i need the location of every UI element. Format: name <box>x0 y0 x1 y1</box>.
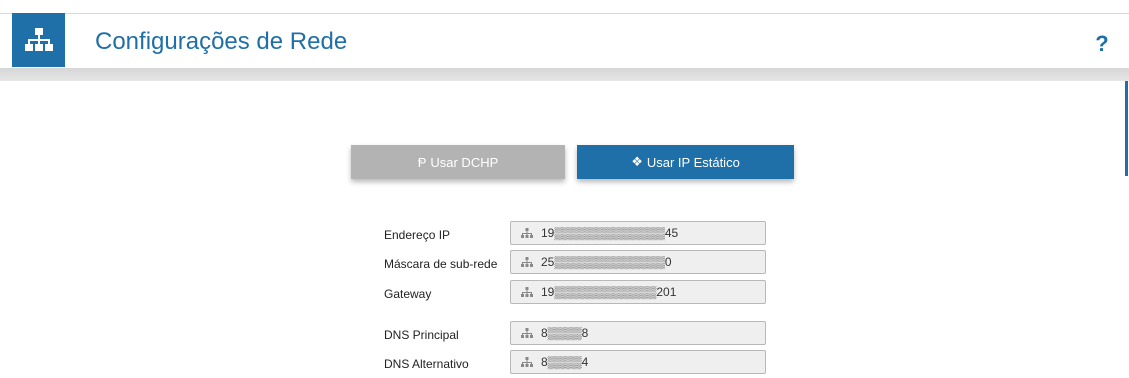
network-icon <box>521 356 533 368</box>
header-divider <box>0 68 1129 81</box>
gateway-label: Gateway <box>384 287 432 301</box>
subnet-mask-field[interactable]: 25▒▒▒▒▒▒▒▒▒▒▒▒▒0 <box>510 250 766 274</box>
dhcp-icon: Ᵽ <box>417 154 427 170</box>
use-dhcp-button[interactable]: Ᵽ Usar DCHP <box>351 145 565 179</box>
dns-alternate-field[interactable]: 8▒▒▒▒4 <box>510 350 766 374</box>
subnet-mask-value: 25▒▒▒▒▒▒▒▒▒▒▒▒▒0 <box>541 255 672 269</box>
use-dhcp-label: Usar DCHP <box>430 154 499 170</box>
network-icon <box>521 286 533 298</box>
ip-address-field[interactable]: 19▒▒▒▒▒▒▒▒▒▒▒▒▒45 <box>510 221 766 245</box>
gateway-value: 19▒▒▒▒▒▒▒▒▒▒▒▒201 <box>541 285 677 299</box>
gateway-field[interactable]: 19▒▒▒▒▒▒▒▒▒▒▒▒201 <box>510 280 766 304</box>
dns-alternate-label: DNS Alternativo <box>384 357 469 371</box>
use-static-ip-label: Usar IP Estático <box>646 154 740 170</box>
dns-primary-value: 8▒▒▒▒8 <box>541 326 589 340</box>
top-strip <box>0 0 1129 12</box>
network-icon <box>12 13 65 67</box>
dns-primary-field[interactable]: 8▒▒▒▒8 <box>510 321 766 345</box>
static-ip-icon: ❖ <box>631 154 643 169</box>
network-icon <box>521 227 533 239</box>
use-static-ip-button[interactable]: ❖ Usar IP Estático <box>577 145 794 179</box>
ip-address-value: 19▒▒▒▒▒▒▒▒▒▒▒▒▒45 <box>541 226 679 240</box>
subnet-mask-label: Máscara de sub-rede <box>384 257 498 271</box>
dns-alternate-value: 8▒▒▒▒4 <box>541 355 589 369</box>
dns-primary-label: DNS Principal <box>384 328 459 342</box>
scrollbar-indicator[interactable] <box>1125 81 1128 176</box>
page-title: Configurações de Rede <box>95 28 348 55</box>
help-button[interactable]: ? <box>1090 30 1114 58</box>
network-icon <box>521 327 533 339</box>
ip-address-label: Endereço IP <box>384 228 451 242</box>
network-icon <box>521 256 533 268</box>
